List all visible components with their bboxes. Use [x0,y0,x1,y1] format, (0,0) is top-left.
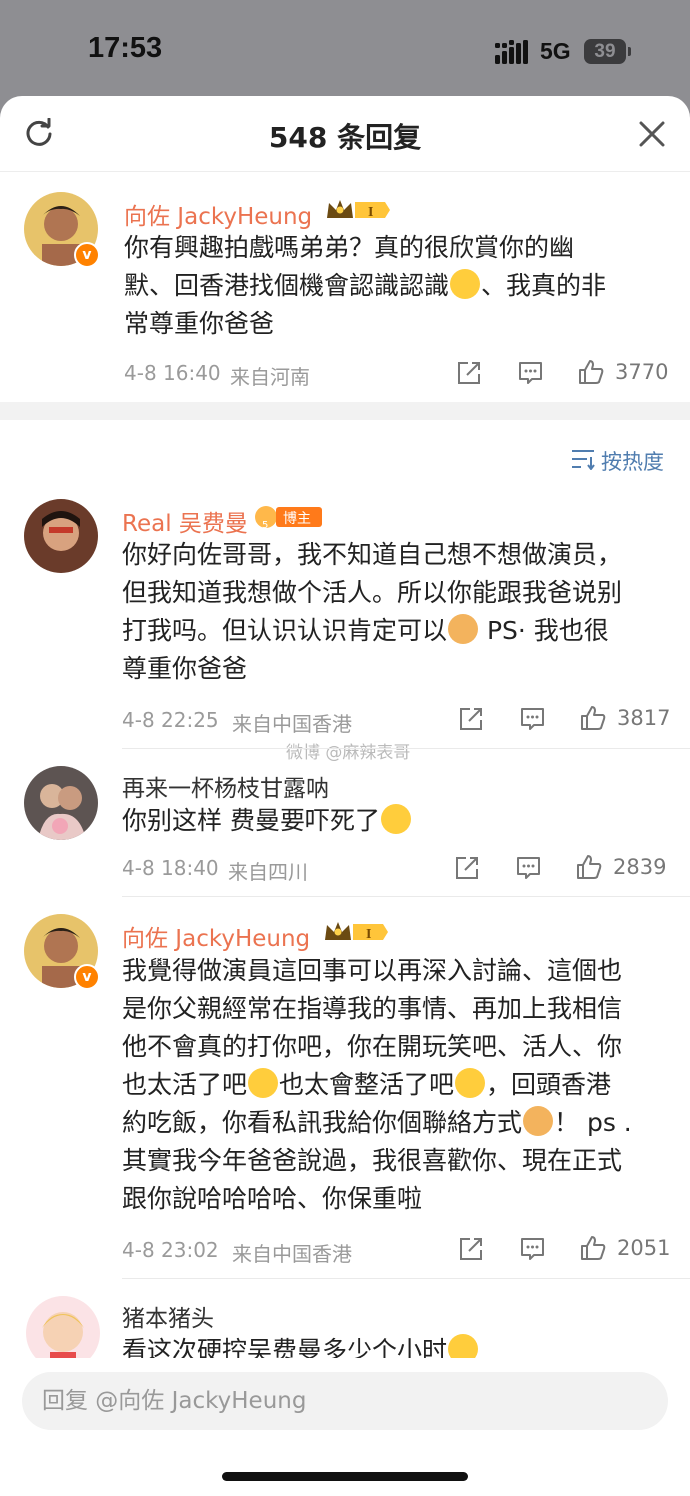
like-count: 3817 [617,706,671,730]
like-icon[interactable] [577,358,605,386]
comment-time: 4-8 18:40 [122,856,219,880]
like-count: 3770 [615,360,669,384]
reply-input[interactable]: 回复 @向佐 JackyHeung [22,1372,668,1430]
username[interactable]: Real 吴费曼 [122,504,248,538]
svg-text:博主: 博主 [283,510,311,527]
avatar[interactable] [24,766,98,840]
divider [122,1278,690,1279]
like-count: 2051 [617,1236,671,1260]
home-indicator[interactable] [222,1472,468,1481]
cellular-signal-icon [495,40,528,64]
comment-text: 你有興趣拍戲嗎弟弟？真的很欣賞你的幽 默、回香港找個機會認識認識 、我真的非 常尊… [124,233,607,338]
replies-sheet: 548 条回复 v 向佐 JackyHeung I 你有興趣拍戲嗎弟弟？真的很欣… [0,96,690,1496]
divider [122,896,690,897]
vip-level: I [368,205,373,220]
comment-text: 我覺得做演員這回事可以再深入討論、這個也 是你父親經常在指導我的事情、再加上我相… [122,956,632,1213]
doge-emoji-icon [523,1106,554,1136]
battery-nub [628,47,631,56]
comment-icon[interactable] [519,1236,546,1262]
status-time: 17:53 [88,32,163,64]
grin-emoji-icon [450,269,481,299]
comment-time: 4-8 16:40 [124,361,221,385]
comment-icon[interactable] [517,360,544,386]
crying-laugh-emoji-icon [455,1068,486,1098]
doge-emoji-icon [448,614,479,644]
status-bar: 17:53 5G 39 [0,0,690,96]
sort-icon[interactable] [570,448,596,470]
section-divider [0,402,690,420]
svg-text:5: 5 [262,520,268,530]
sheet-header: 548 条回复 [0,96,690,172]
comment-location: 来自河南 [230,365,310,389]
comment-location: 来自中国香港 [232,712,352,736]
verified-icon: v [74,964,100,990]
like-count: 2839 [613,855,667,879]
comment-time: 4-8 23:02 [122,1238,219,1262]
like-icon[interactable] [579,1234,607,1262]
username[interactable]: 再来一杯杨枝甘露呐 [122,769,329,803]
comment-location: 来自四川 [228,860,308,884]
verified-icon: v [74,242,100,268]
avatar-image [24,499,98,573]
avatar[interactable]: v [24,914,100,990]
comment-icon[interactable] [515,855,542,881]
divider [122,748,690,749]
sort-button[interactable]: 按热度 [601,446,664,476]
comment-location: 来自中国香港 [232,1242,352,1266]
sheet-title: 548 条回复 [268,121,422,154]
username[interactable]: 猪本猪头 [122,1299,214,1333]
avatar[interactable] [24,499,98,573]
share-icon[interactable] [454,855,480,881]
username[interactable]: 向佐 JackyHeung [122,919,310,953]
comment-text: 你别这样 费曼要吓死了 [122,802,662,840]
share-icon[interactable] [458,1236,484,1262]
svg-text:I: I [366,927,371,942]
network-type: 5G [540,38,571,64]
avatar[interactable]: v [24,192,100,268]
vip-crown-icon: I [327,200,390,220]
watermark: 微博 @麻辣表哥 [286,743,411,763]
close-icon[interactable] [638,120,666,148]
crying-laugh-emoji-icon [248,1068,279,1098]
share-icon[interactable] [456,360,482,386]
like-icon[interactable] [579,704,607,732]
avatar-image [24,766,98,840]
share-icon[interactable] [458,706,484,732]
username[interactable]: 向佐 JackyHeung [124,197,312,231]
comment-icon[interactable] [519,706,546,732]
comment-time: 4-8 22:25 [122,708,219,732]
comment-text: 你好向佐哥哥，我不知道自己想不想做演员， 但我知道我想做个活人。所以你能跟我爸说… [122,540,623,683]
battery-icon: 39 [584,39,626,64]
like-icon[interactable] [575,853,603,881]
crying-laugh-emoji-icon [380,804,411,834]
blogger-badge-icon: 5 博主 [255,506,322,530]
vip-crown-icon: I [325,922,388,942]
